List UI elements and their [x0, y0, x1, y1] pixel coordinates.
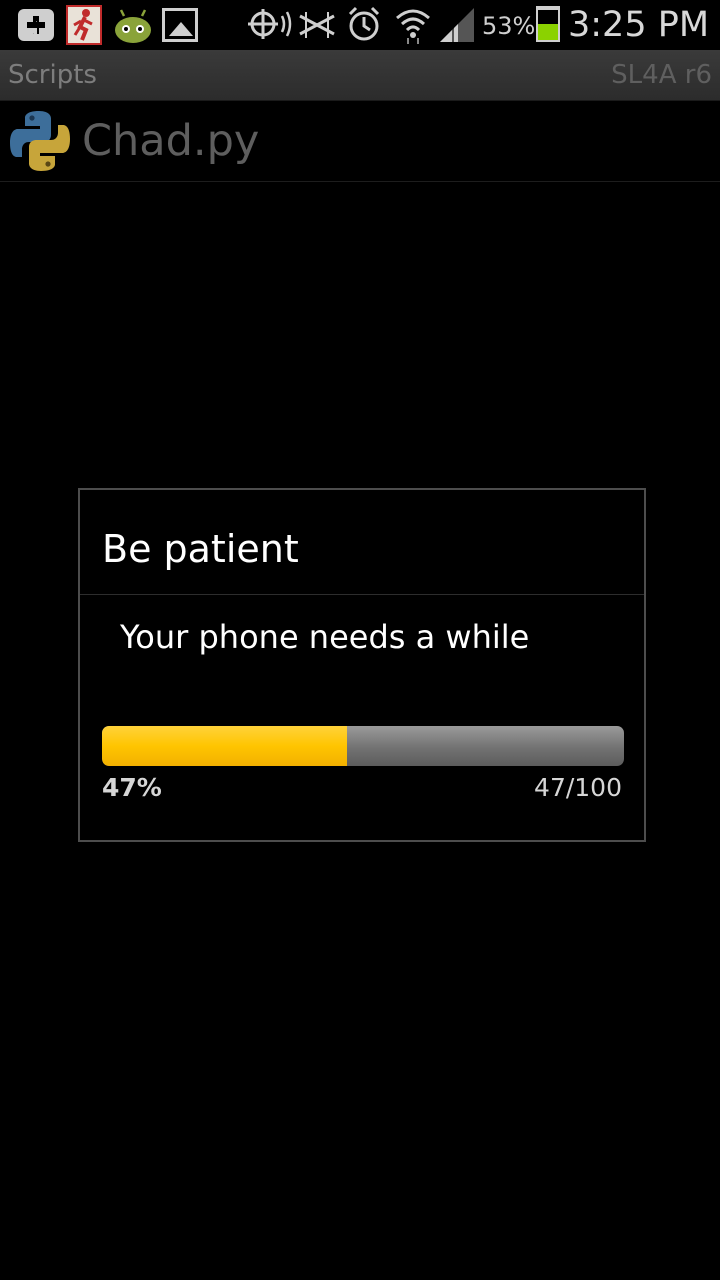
- divider: [80, 594, 644, 595]
- battery-icon: [536, 6, 560, 42]
- gps-icon: [246, 4, 292, 56]
- battery-level-fill: [538, 24, 558, 40]
- wifi-icon: [394, 4, 432, 56]
- screen: 53% 3:25 PM Scripts SL4A r6 Chad.py Be p…: [0, 0, 720, 1280]
- alarm-icon: [346, 4, 382, 56]
- python-icon: [8, 109, 72, 173]
- progress-bar: [102, 726, 624, 766]
- battery-percent: 53%: [482, 12, 536, 40]
- progress-percent: 47%: [102, 773, 162, 802]
- gallery-icon: [162, 8, 198, 42]
- list-item[interactable]: Chad.py: [0, 101, 720, 182]
- progress-dialog: Be patient Your phone needs a while 47% …: [78, 488, 646, 842]
- cell-signal-icon: [438, 4, 476, 56]
- android-icon: [112, 8, 154, 44]
- no-signal-icon: [298, 4, 336, 56]
- screen-title: Scripts: [8, 60, 97, 90]
- progress-bar-fill: [102, 726, 348, 766]
- dialog-title: Be patient: [102, 527, 299, 571]
- status-bar: 53% 3:25 PM: [0, 0, 720, 50]
- clock: 3:25 PM: [568, 5, 710, 45]
- title-bar: Scripts SL4A r6: [0, 50, 720, 101]
- progress-count: 47/100: [534, 773, 622, 802]
- app-version: SL4A r6: [611, 60, 712, 90]
- dialog-message: Your phone needs a while: [120, 618, 530, 656]
- script-name: Chad.py: [82, 116, 260, 166]
- runner-app-icon: [66, 5, 102, 45]
- add-icon: [18, 9, 54, 41]
